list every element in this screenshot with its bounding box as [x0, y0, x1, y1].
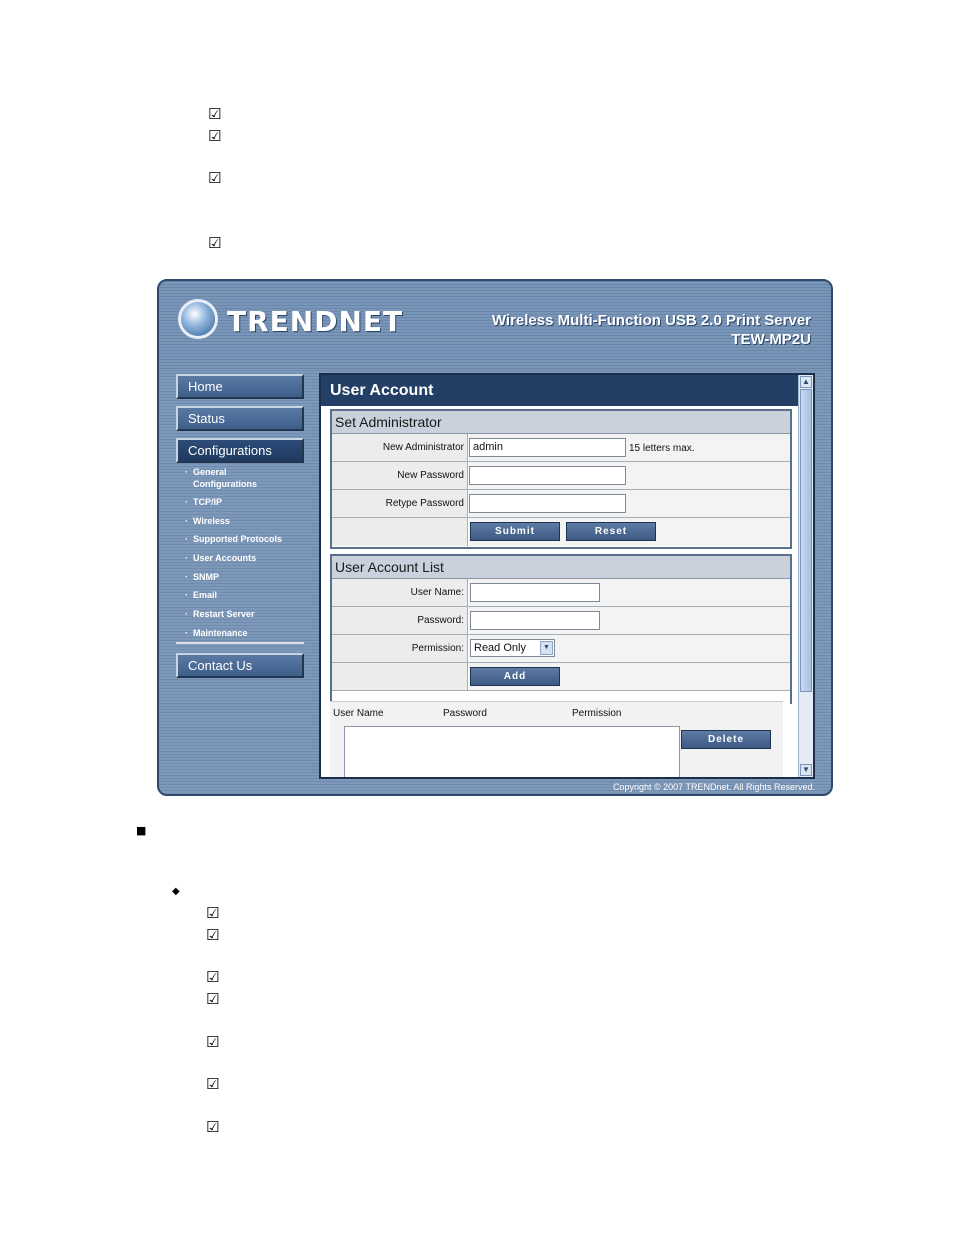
- user-listbox[interactable]: [344, 726, 680, 777]
- subnav-supported-protocols[interactable]: · Supported Protocols: [185, 533, 282, 545]
- form-row: User Name:: [332, 579, 790, 607]
- empty-label: [332, 518, 468, 546]
- model-name: TEW-MP2U: [731, 331, 811, 348]
- checkbox-bullet-icon: ☑: [208, 105, 222, 123]
- permission-selected-value: Read Only: [474, 642, 526, 654]
- subnav-wireless[interactable]: · Wireless: [185, 515, 230, 527]
- checkbox-bullet-icon: ☑: [206, 1118, 220, 1136]
- subnav-label: Maintenance: [193, 628, 248, 638]
- scroll-thumb[interactable]: [800, 389, 812, 692]
- subnav-general-configurations[interactable]: · General Configurations: [185, 466, 295, 490]
- nav-status-button[interactable]: Status: [176, 406, 304, 431]
- checkbox-bullet-icon: ☑: [206, 968, 220, 986]
- password-label: Password:: [332, 607, 468, 634]
- content-panel: User Account ▲ ▼ Set Administrator New A…: [319, 373, 815, 779]
- section-heading: User Account List: [332, 556, 790, 579]
- form-row: New Administrator admin 15 letters max.: [332, 434, 790, 462]
- form-row: Retype Password: [332, 490, 790, 518]
- new-password-input[interactable]: [469, 466, 626, 485]
- password-input[interactable]: [470, 611, 600, 630]
- form-row: Submit Reset: [332, 518, 790, 546]
- nav-configurations-button[interactable]: Configurations: [176, 438, 304, 463]
- ui-header: TRENDNET Wireless Multi-Function USB 2.0…: [159, 281, 831, 369]
- scroll-down-arrow-icon[interactable]: ▼: [800, 764, 812, 776]
- subnav-maintenance[interactable]: · Maintenance: [185, 627, 248, 639]
- reset-button[interactable]: Reset: [566, 522, 656, 541]
- subnav-email[interactable]: · Email: [185, 589, 217, 601]
- empty-label: [332, 663, 468, 690]
- subnav-label: Supported Protocols: [193, 534, 283, 544]
- permission-label: Permission:: [332, 635, 468, 662]
- checkbox-bullet-icon: ☑: [206, 904, 220, 922]
- user-account-list-section: User Account List User Name: Password: P…: [330, 554, 792, 704]
- add-button[interactable]: Add: [470, 667, 560, 686]
- user-list-table: User Name Password Permission Delete: [330, 701, 783, 777]
- column-header-password: Password: [443, 708, 487, 719]
- scroll-up-arrow-icon[interactable]: ▲: [800, 376, 812, 388]
- user-name-label: User Name:: [332, 579, 468, 606]
- page-title: User Account: [321, 375, 799, 406]
- subnav-snmp[interactable]: · SNMP: [185, 571, 219, 583]
- subnav-label: SNMP: [193, 572, 220, 582]
- checkbox-bullet-icon: ☑: [208, 234, 222, 252]
- column-header-permission: Permission: [572, 708, 622, 719]
- checkbox-bullet-icon: ☑: [206, 1075, 220, 1093]
- product-name: Wireless Multi-Function USB 2.0 Print Se…: [491, 312, 811, 329]
- user-name-input[interactable]: [470, 583, 600, 602]
- form-row: Password:: [332, 607, 790, 635]
- vertical-scrollbar[interactable]: ▲ ▼: [798, 375, 813, 777]
- section-heading: Set Administrator: [332, 411, 790, 434]
- subnav-label: Restart Server: [193, 609, 255, 619]
- nav-home-button[interactable]: Home: [176, 374, 304, 399]
- subnav-user-accounts[interactable]: · User Accounts: [185, 552, 256, 564]
- square-bullet-icon: ■: [136, 824, 147, 837]
- form-row: New Password: [332, 462, 790, 490]
- new-password-label: New Password: [332, 462, 468, 489]
- chevron-down-icon[interactable]: ▼: [540, 641, 553, 655]
- subnav-label: General Configurations: [193, 467, 257, 489]
- subnav-tcpip[interactable]: · TCP/IP: [185, 496, 222, 508]
- copyright-notice: Copyright © 2007 TRENDnet. All Rights Re…: [612, 782, 815, 792]
- subnav-label: User Accounts: [193, 553, 257, 563]
- nav-contact-us-button[interactable]: Contact Us: [176, 653, 304, 678]
- form-row: Permission: Read Only ▼: [332, 635, 790, 663]
- retype-password-input[interactable]: [469, 494, 626, 513]
- checkbox-bullet-icon: ☑: [206, 1033, 220, 1051]
- diamond-bullet-icon: ◆: [172, 886, 180, 897]
- max-length-hint: 15 letters max.: [629, 443, 695, 454]
- checkbox-bullet-icon: ☑: [206, 926, 220, 944]
- new-administrator-label: New Administrator: [332, 434, 468, 461]
- column-header-user-name: User Name: [333, 708, 384, 719]
- checkbox-bullet-icon: ☑: [208, 169, 222, 187]
- subnav-label: Wireless: [193, 516, 230, 526]
- delete-button[interactable]: Delete: [681, 730, 771, 749]
- device-ui-screenshot: TRENDNET Wireless Multi-Function USB 2.0…: [157, 279, 833, 796]
- form-row: Add: [332, 663, 790, 691]
- nav-divider: [176, 642, 304, 644]
- subnav-label: Email: [193, 590, 218, 600]
- checkbox-bullet-icon: ☑: [206, 990, 220, 1008]
- subnav-restart-server[interactable]: · Restart Server: [185, 608, 255, 620]
- subnav-label: TCP/IP: [193, 497, 223, 507]
- checkbox-bullet-icon: ☑: [208, 127, 222, 145]
- trendnet-logo-icon: [178, 299, 218, 339]
- new-administrator-input[interactable]: admin: [469, 438, 626, 457]
- brand-logo-text: TRENDNET: [227, 305, 404, 338]
- submit-button[interactable]: Submit: [470, 522, 560, 541]
- permission-select[interactable]: Read Only ▼: [470, 639, 555, 657]
- retype-password-label: Retype Password: [332, 490, 468, 517]
- set-administrator-section: Set Administrator New Administrator admi…: [330, 409, 792, 549]
